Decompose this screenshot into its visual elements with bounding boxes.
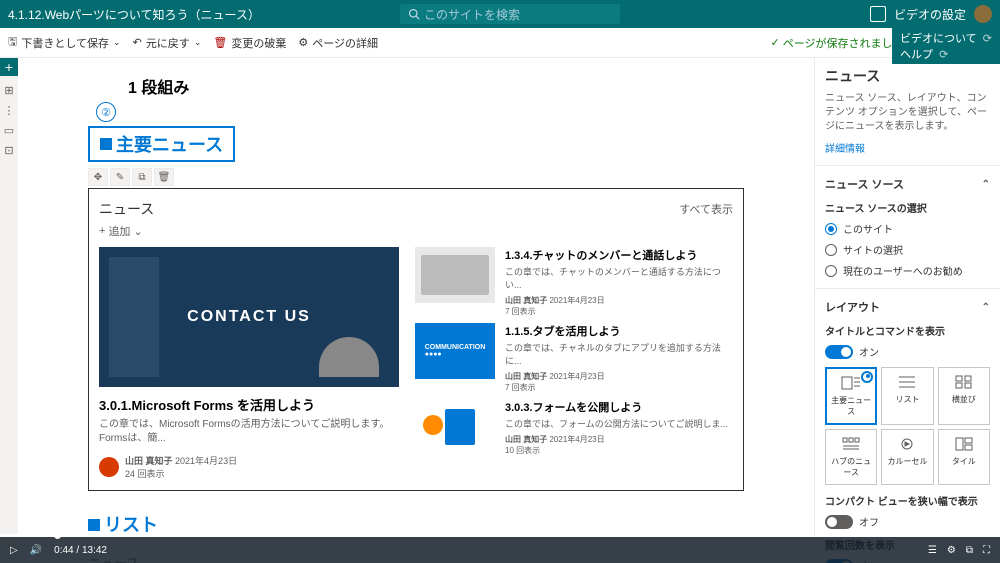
panel-desc: ニュース ソース、レイアウト、コンテンツ オプションを選択して、ページにニュース… xyxy=(825,92,990,134)
cc-button[interactable]: ☰ xyxy=(928,545,937,556)
layout-carousel[interactable]: カルーセル xyxy=(881,429,933,485)
search-box[interactable]: このサイトを検索 xyxy=(400,4,620,24)
panel-title: ニュース xyxy=(825,66,990,86)
rail-tool-4[interactable]: ⊡ xyxy=(3,144,15,156)
news-thumb: COMMUNICATION●●●● xyxy=(415,323,495,379)
news-thumb xyxy=(415,399,495,455)
video-subheader: ビデオについて ⟳ ヘルプ ⟳ xyxy=(892,28,1000,64)
help-link[interactable]: ヘルプ xyxy=(900,49,933,61)
video-controls: ▷ 🔊 0:44 / 13:42 ☰ ⚙ ⧉ ⛶ xyxy=(0,537,1000,563)
step-badge: ② xyxy=(96,102,116,122)
layout-tiles[interactable]: タイル xyxy=(938,429,990,485)
toggle-compact[interactable] xyxy=(825,515,853,529)
video-settings-link[interactable]: ビデオの設定 xyxy=(894,6,966,23)
featured-image: CONTACT US xyxy=(99,247,399,387)
page-details-button[interactable]: ⚙ページの詳細 xyxy=(298,35,378,51)
radio-recommended[interactable]: 現在のユーザーへのお勧め xyxy=(825,263,990,278)
suite-header: 4.1.12.Webパーツについて知ろう（ニュース） このサイトを検索 ビデオの… xyxy=(0,0,1000,28)
author-avatar xyxy=(99,457,119,477)
show-title-label: タイトルとコマンドを表示 xyxy=(825,323,990,338)
news-webpart: ニュース すべて表示 + 追加 ⌄ CONTACT US 3.0.1.Micro… xyxy=(88,188,744,491)
news-item[interactable]: 3.0.3.フォームを公開しようこの章では、フォームの公開方法についてご説明しま… xyxy=(415,399,733,456)
progress-bar[interactable] xyxy=(0,534,1000,537)
source-heading[interactable]: ニュース ソース xyxy=(825,176,990,192)
news-thumb xyxy=(415,247,495,303)
duplicate-button[interactable]: ⧉ xyxy=(132,168,152,186)
play-button[interactable]: ▷ xyxy=(10,545,18,556)
user-avatar[interactable] xyxy=(974,5,992,23)
featured-desc: この章では、Microsoft Formsの活用方法についてご説明します。For… xyxy=(99,418,399,446)
time-display: 0:44 / 13:42 xyxy=(54,545,107,556)
rail-tool-1[interactable]: ⊞ xyxy=(3,84,15,96)
compact-label: コンパクト ビューを狭い幅で表示 xyxy=(825,493,990,508)
add-news-button[interactable]: + 追加 ⌄ xyxy=(99,223,733,239)
radio-select-sites[interactable]: サイトの選択 xyxy=(825,242,990,257)
toggle-show-title[interactable] xyxy=(825,345,853,359)
search-icon xyxy=(408,8,420,20)
webpart-toolbar: ✥ ✎ ⧉ 🗑 xyxy=(88,168,744,186)
layout-sidebyside[interactable]: 横並び xyxy=(938,367,990,425)
edit-button[interactable]: ✎ xyxy=(110,168,130,186)
search-placeholder: このサイトを検索 xyxy=(424,6,520,23)
left-rail: + ⊞ ⋮ ▭ ⊡ xyxy=(0,58,18,563)
source-label: ニュース ソースの選択 xyxy=(825,200,990,215)
about-video-link[interactable]: ビデオについて xyxy=(900,33,977,45)
save-draft-button[interactable]: 🖫下書きとして保存⌄ xyxy=(8,33,121,52)
feedback-icon[interactable] xyxy=(870,6,886,22)
add-section-button[interactable]: + xyxy=(0,58,18,76)
radio-this-site[interactable]: このサイト xyxy=(825,221,990,236)
settings-button[interactable]: ⚙ xyxy=(947,545,956,556)
rail-tool-2[interactable]: ⋮ xyxy=(3,104,15,116)
discard-button[interactable]: 🗑変更の破棄 xyxy=(213,35,286,51)
see-all-link[interactable]: すべて表示 xyxy=(679,201,733,217)
move-button[interactable]: ✥ xyxy=(88,168,108,186)
news-title: ニュース xyxy=(99,199,154,219)
fullscreen-button[interactable]: ⛶ xyxy=(983,545,990,556)
layout-heading[interactable]: レイアウト xyxy=(825,299,990,315)
volume-button[interactable]: 🔊 xyxy=(30,545,42,556)
undo-button[interactable]: ↶元に戻す⌄ xyxy=(133,35,202,51)
pip-button[interactable]: ⧉ xyxy=(966,545,973,556)
rail-tool-3[interactable]: ▭ xyxy=(3,124,15,136)
news-item[interactable]: 1.3.4.チャットのメンバーと通話しようこの章では、チャットのメンバーと通話す… xyxy=(415,247,733,317)
command-bar: 🖫下書きとして保存⌄ ↶元に戻す⌄ 🗑変更の破棄 ⚙ページの詳細 ✓ページが保存… xyxy=(0,28,1000,58)
delete-button[interactable]: 🗑 xyxy=(154,168,174,186)
page-title: 4.1.12.Webパーツについて知ろう（ニュース） xyxy=(8,6,260,23)
featured-title: 3.0.1.Microsoft Forms を活用しよう xyxy=(99,395,399,414)
featured-author: 山田 真知子 2021年4月23日24 回表示 xyxy=(99,454,399,480)
featured-news[interactable]: CONTACT US 3.0.1.Microsoft Forms を活用しよう … xyxy=(99,247,399,480)
section-title: 1 段組み xyxy=(128,74,744,98)
learn-more-link[interactable]: 詳細情報 xyxy=(825,144,865,155)
heading-main-news[interactable]: 主要ニュース xyxy=(88,126,235,162)
page-canvas: 1 段組み ② 主要ニュース ✥ ✎ ⧉ 🗑 ニュース すべて表示 + 追加 ⌄… xyxy=(18,58,814,563)
layout-hub[interactable]: ハブのニュース xyxy=(825,429,877,485)
saved-indicator: ✓ページが保存されました xyxy=(770,35,903,51)
news-item[interactable]: COMMUNICATION●●●● 1.1.5.タブを活用しようこの章では、チャ… xyxy=(415,323,733,393)
layout-list[interactable]: リスト xyxy=(881,367,933,425)
layout-top-story[interactable]: 主要ニュース xyxy=(825,367,877,425)
property-panel: ニュース ニュース ソース、レイアウト、コンテンツ オプションを選択して、ページ… xyxy=(814,58,1000,563)
